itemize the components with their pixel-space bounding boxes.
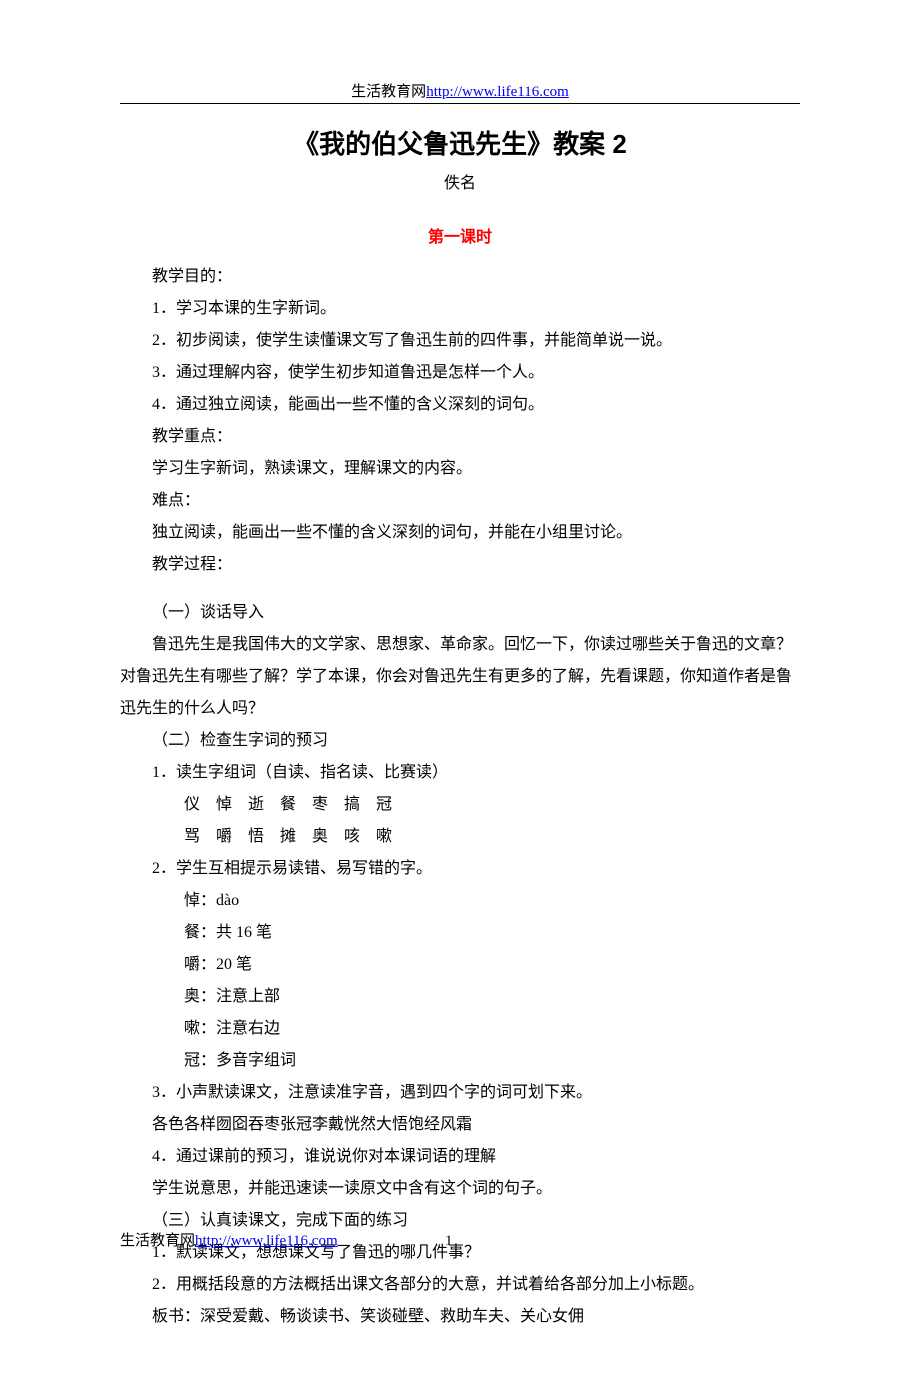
body-text: 教学过程： — [120, 549, 800, 581]
body-text: 学生说意思，并能迅速读一读原文中含有这个词的句子。 — [120, 1173, 800, 1205]
page-number: 1 — [445, 1233, 453, 1250]
body-text: 3．小声默读课文，注意读准字音，遇到四个字的词可划下来。 — [120, 1077, 800, 1109]
body-text: 教学重点： — [120, 421, 800, 453]
body-text: 2．学生互相提示易读错、易写错的字。 — [120, 853, 800, 885]
body-text: 4．通过独立阅读，能画出一些不懂的含义深刻的词句。 — [120, 389, 800, 421]
body-text: 嚼：20 笔 — [120, 949, 800, 981]
body-text: 2．初步阅读，使学生读懂课文写了鲁迅生前的四件事，并能简单说一说。 — [120, 325, 800, 357]
header-site-name: 生活教育网 — [351, 84, 426, 100]
body-text: （二）检查生字词的预习 — [120, 725, 800, 757]
body-text: 悼：dào — [120, 885, 800, 917]
body-text: 2．用概括段意的方法概括出课文各部分的大意，并试着给各部分加上小标题。 — [120, 1269, 800, 1301]
body-text: 板书：深受爱戴、畅谈读书、笑谈碰壁、救助车夫、关心女佣 — [120, 1301, 800, 1333]
body-text: 3．通过理解内容，使学生初步知道鲁迅是怎样一个人。 — [120, 357, 800, 389]
document-author: 佚名 — [120, 169, 800, 193]
body-text: 1．读生字组词（自读、指名读、比赛读） — [120, 757, 800, 789]
page-footer: 生活教育网http://www.life116.com — [120, 1229, 338, 1250]
body-text: 鲁迅先生是我国伟大的文学家、思想家、革命家。回忆一下，你读过哪些关于鲁迅的文章？… — [120, 629, 800, 725]
body-text: 仪 悼 逝 餐 枣 搞 冠 — [120, 789, 800, 821]
body-text: 1．学习本课的生字新词。 — [120, 293, 800, 325]
body-text: 教学目的： — [120, 261, 800, 293]
lesson-section-heading: 第一课时 — [120, 223, 800, 247]
body-text: 4．通过课前的预习，谁说说你对本课词语的理解 — [120, 1141, 800, 1173]
body-text: 各色各样囫囵吞枣张冠李戴恍然大悟饱经风霜 — [120, 1109, 800, 1141]
body-text: 难点： — [120, 485, 800, 517]
header-link[interactable]: http://www.life116.com — [426, 84, 569, 100]
body-text: 嗽：注意右边 — [120, 1013, 800, 1045]
document-title: 《我的伯父鲁迅先生》教案 2 — [120, 124, 800, 161]
body-text: 骂 嚼 悟 摊 奥 咳 嗽 — [120, 821, 800, 853]
body-text: 独立阅读，能画出一些不懂的含义深刻的词句，并能在小组里讨论。 — [120, 517, 800, 549]
body-text: 冠：多音字组词 — [120, 1045, 800, 1077]
footer-site-name: 生活教育网 — [120, 1233, 195, 1249]
body-text: 学习生字新词，熟读课文，理解课文的内容。 — [120, 453, 800, 485]
body-text: 餐：共 16 笔 — [120, 917, 800, 949]
page-header: 生活教育网http://www.life116.com — [120, 80, 800, 104]
body-text: （一）谈话导入 — [120, 597, 800, 629]
footer-link[interactable]: http://www.life116.com — [195, 1233, 338, 1249]
body-text: 奥：注意上部 — [120, 981, 800, 1013]
